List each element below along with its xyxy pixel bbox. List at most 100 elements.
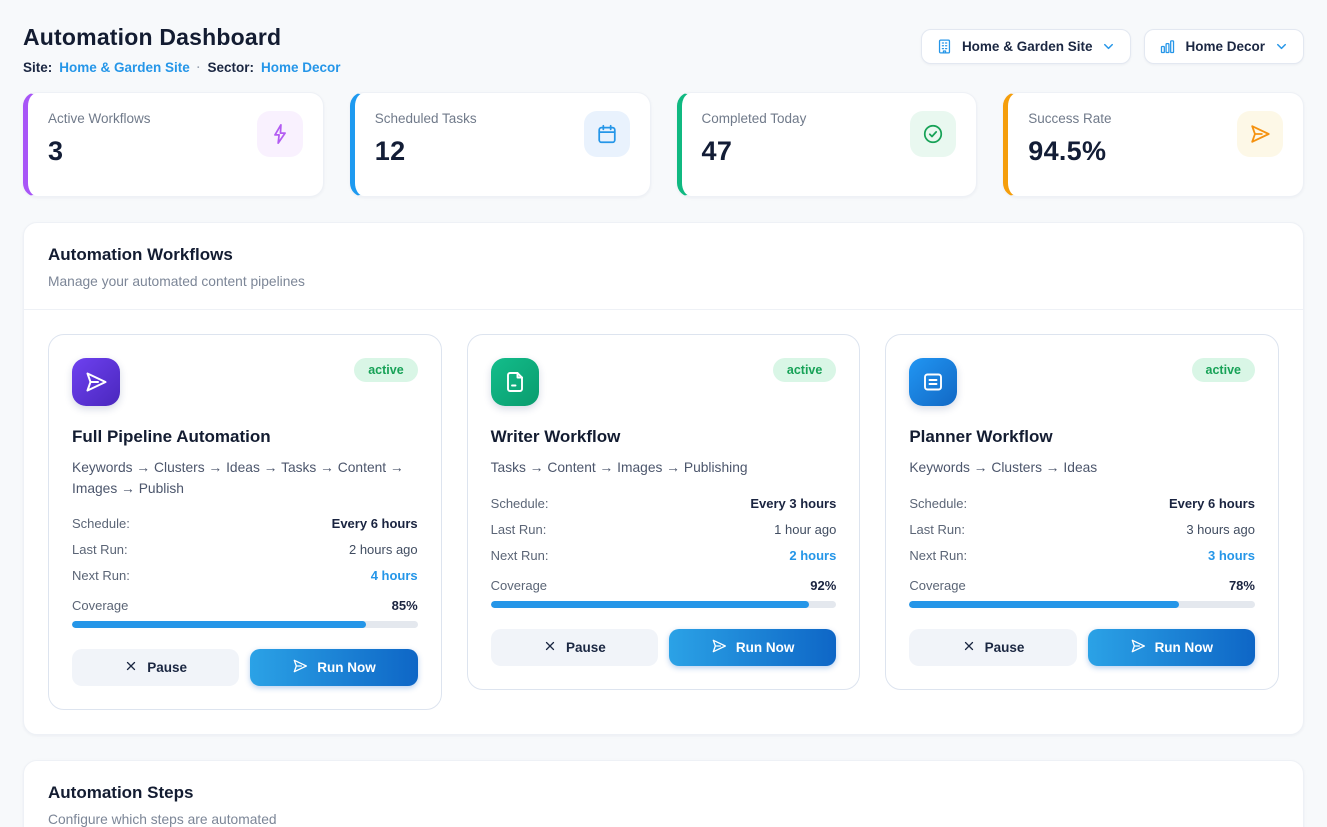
status-badge: active (354, 358, 417, 382)
coverage-progress-bar (72, 621, 418, 628)
coverage-progress-bar (909, 601, 1255, 608)
sector-selector-dropdown[interactable]: Home Decor (1144, 29, 1304, 64)
stat-card-active-workflows: Active Workflows 3 (23, 92, 324, 197)
site-label: Site: (23, 60, 52, 75)
send-icon (292, 658, 308, 677)
stat-value: 3 (48, 136, 151, 167)
file-icon (491, 358, 539, 406)
x-icon (962, 639, 976, 656)
last-run-value: 3 hours ago (1186, 522, 1255, 537)
breadcrumb: Site: Home & Garden Site · Sector: Home … (23, 60, 341, 75)
sector-selector-label: Home Decor (1185, 39, 1265, 54)
schedule-row: Schedule: Every 6 hours (72, 516, 418, 531)
stat-value: 12 (375, 136, 477, 167)
schedule-value: Every 3 hours (750, 496, 836, 511)
sector-link[interactable]: Home Decor (261, 60, 341, 75)
site-link[interactable]: Home & Garden Site (59, 60, 190, 75)
coverage-progress-bar (491, 601, 837, 608)
x-icon (124, 659, 138, 676)
schedule-row: Schedule: Every 6 hours (909, 496, 1255, 511)
workflow-grid: active Full Pipeline Automation Keywords… (48, 334, 1279, 710)
steps-section: Automation Steps Configure which steps a… (23, 760, 1304, 827)
coverage-value: 85% (392, 598, 418, 613)
coverage-row: Coverage 78% (909, 578, 1255, 608)
last-run-row: Last Run: 3 hours ago (909, 522, 1255, 537)
workflows-section-header: Automation Workflows Manage your automat… (24, 223, 1303, 309)
stat-card-success-rate: Success Rate 94.5% (1003, 92, 1304, 197)
last-run-value: 2 hours ago (349, 542, 418, 557)
stat-card-scheduled-tasks: Scheduled Tasks 12 (350, 92, 651, 197)
header-titles: Automation Dashboard Site: Home & Garden… (23, 24, 341, 75)
workflow-title: Full Pipeline Automation (72, 427, 418, 447)
steps-section-header: Automation Steps Configure which steps a… (24, 761, 1303, 827)
x-icon (543, 639, 557, 656)
workflow-title: Writer Workflow (491, 427, 837, 447)
workflow-card-full-pipeline: active Full Pipeline Automation Keywords… (48, 334, 442, 710)
stat-label: Scheduled Tasks (375, 111, 477, 126)
chevron-down-icon (1274, 39, 1289, 54)
stat-value: 47 (702, 136, 807, 167)
separator-dot: · (197, 62, 201, 74)
workflow-pipeline: Tasks → Content → Images → Publishing (491, 458, 837, 479)
workflow-title: Planner Workflow (909, 427, 1255, 447)
site-selector-label: Home & Garden Site (962, 39, 1093, 54)
coverage-progress-fill (909, 601, 1179, 608)
stats-row: Active Workflows 3 Scheduled Tasks 12 Co… (23, 92, 1304, 197)
stat-label: Success Rate (1028, 111, 1111, 126)
run-now-button[interactable]: Run Now (669, 629, 836, 666)
check-circle-icon (910, 111, 956, 157)
page-header: Automation Dashboard Site: Home & Garden… (23, 24, 1304, 75)
lightning-icon (257, 111, 303, 157)
pause-button[interactable]: Pause (491, 629, 658, 666)
workflow-card-writer: active Writer Workflow Tasks → Content →… (467, 334, 861, 690)
next-run-row: Next Run: 2 hours (491, 548, 837, 563)
stat-card-completed-today: Completed Today 47 (677, 92, 978, 197)
steps-section-title: Automation Steps (48, 783, 1279, 803)
workflows-section-body: active Full Pipeline Automation Keywords… (24, 309, 1303, 734)
run-now-button[interactable]: Run Now (250, 649, 417, 686)
automation-dashboard-page: Automation Dashboard Site: Home & Garden… (0, 0, 1327, 827)
stat-value: 94.5% (1028, 136, 1111, 167)
coverage-progress-fill (491, 601, 809, 608)
schedule-value: Every 6 hours (1169, 496, 1255, 511)
send-icon (1130, 638, 1146, 657)
calendar-icon (584, 111, 630, 157)
stat-label: Active Workflows (48, 111, 151, 126)
workflow-pipeline: Keywords → Clusters → Ideas → Tasks → Co… (72, 458, 418, 499)
last-run-value: 1 hour ago (774, 522, 836, 537)
workflow-pipeline: Keywords → Clusters → Ideas (909, 458, 1255, 479)
coverage-row: Coverage 92% (491, 578, 837, 608)
next-run-value: 3 hours (1208, 548, 1255, 563)
header-controls: Home & Garden Site Home Decor (921, 29, 1304, 64)
next-run-row: Next Run: 3 hours (909, 548, 1255, 563)
coverage-value: 78% (1229, 578, 1255, 593)
building-icon (936, 38, 953, 55)
send-icon (711, 638, 727, 657)
coverage-progress-fill (72, 621, 366, 628)
pause-button[interactable]: Pause (909, 629, 1076, 666)
coverage-row: Coverage 85% (72, 598, 418, 628)
run-now-button[interactable]: Run Now (1088, 629, 1255, 666)
status-badge: active (1192, 358, 1255, 382)
coverage-value: 92% (810, 578, 836, 593)
next-run-row: Next Run: 4 hours (72, 568, 418, 583)
schedule-value: Every 6 hours (332, 516, 418, 531)
workflows-section-subtitle: Manage your automated content pipelines (48, 274, 1279, 289)
bar-chart-icon (1159, 38, 1176, 55)
last-run-row: Last Run: 2 hours ago (72, 542, 418, 557)
last-run-row: Last Run: 1 hour ago (491, 522, 837, 537)
sector-label: Sector: (207, 60, 254, 75)
next-run-value: 4 hours (371, 568, 418, 583)
next-run-value: 2 hours (789, 548, 836, 563)
pause-button[interactable]: Pause (72, 649, 239, 686)
send-icon (1237, 111, 1283, 157)
stat-label: Completed Today (702, 111, 807, 126)
send-icon (72, 358, 120, 406)
workflows-section: Automation Workflows Manage your automat… (23, 222, 1304, 735)
schedule-row: Schedule: Every 3 hours (491, 496, 837, 511)
status-badge: active (773, 358, 836, 382)
workflow-card-planner: active Planner Workflow Keywords → Clust… (885, 334, 1279, 690)
steps-section-subtitle: Configure which steps are automated (48, 812, 1279, 827)
site-selector-dropdown[interactable]: Home & Garden Site (921, 29, 1132, 64)
page-title: Automation Dashboard (23, 24, 341, 51)
